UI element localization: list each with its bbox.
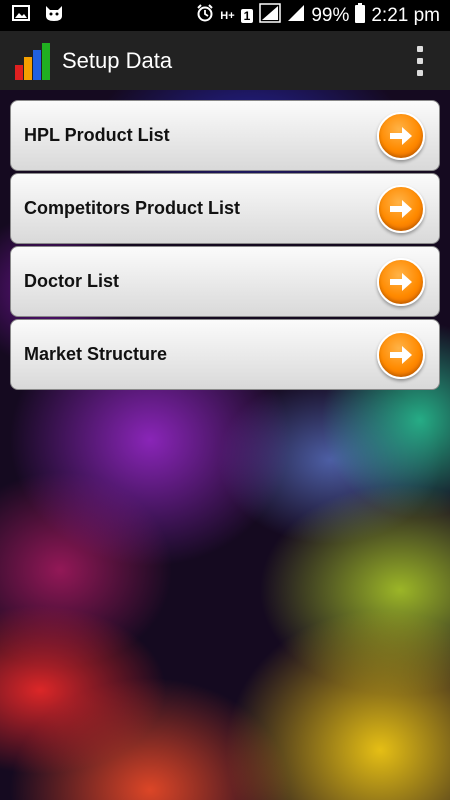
menu-item-competitors-product-list[interactable]: Competitors Product List: [10, 173, 440, 244]
menu-item-label: Doctor List: [24, 271, 120, 291]
sim-slot-badge: 1: [240, 8, 254, 23]
overflow-menu-icon[interactable]: [416, 45, 424, 76]
cat-notification-icon: [44, 4, 64, 27]
arrow-right-icon[interactable]: [377, 111, 425, 160]
menu-item-doctor-list[interactable]: Doctor List: [10, 246, 440, 317]
page-title: Setup Data: [62, 47, 173, 73]
network-type-label: H+: [220, 9, 235, 22]
clock: 2:21 pm: [371, 4, 440, 26]
setup-menu-list: HPL Product List Competitors Product Lis…: [10, 100, 440, 390]
battery-percent: 99%: [311, 4, 350, 26]
signal-strength-2-icon: [287, 4, 305, 28]
action-bar: Setup Data: [0, 31, 450, 90]
menu-item-label: HPL Product List: [24, 125, 170, 145]
alarm-icon: [196, 3, 214, 28]
arrow-right-icon[interactable]: [377, 257, 425, 306]
menu-item-hpl-product-list[interactable]: HPL Product List: [10, 100, 440, 171]
menu-item-label: Competitors Product List: [24, 198, 241, 218]
signal-strength-icon: [259, 2, 282, 29]
menu-item-market-structure[interactable]: Market Structure: [10, 319, 440, 390]
battery-icon: [355, 2, 366, 29]
arrow-right-icon[interactable]: [377, 184, 425, 233]
arrow-right-icon[interactable]: [377, 330, 425, 379]
status-bar: H+ 1 99% 2:21 pm: [0, 0, 450, 31]
gallery-notification-icon: [12, 5, 30, 26]
menu-item-label: Market Structure: [24, 344, 168, 364]
bar-chart-app-icon: [14, 41, 54, 81]
